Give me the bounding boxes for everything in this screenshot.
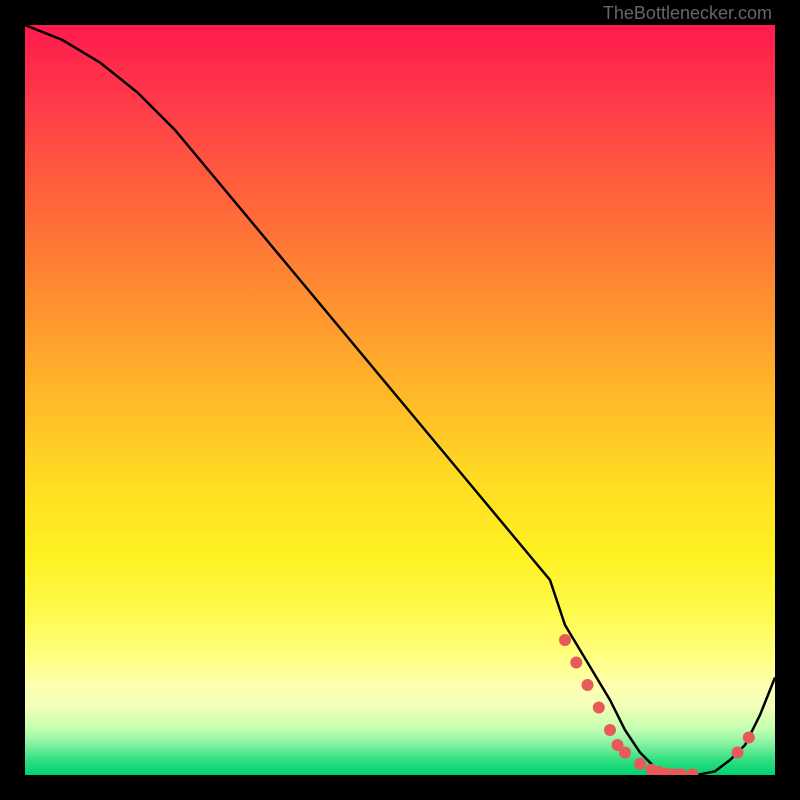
border-left (0, 0, 25, 800)
border-bottom (0, 775, 800, 800)
data-point (570, 657, 582, 669)
watermark-text: TheBottlenecker.com (603, 3, 772, 24)
data-point (634, 758, 646, 770)
data-point (582, 679, 594, 691)
data-point (559, 634, 571, 646)
chart-container: TheBottlenecker.com (0, 0, 800, 800)
data-point (732, 747, 744, 759)
data-points-group (559, 634, 755, 775)
curve-svg (25, 25, 775, 775)
border-right (775, 0, 800, 800)
data-point (604, 724, 616, 736)
bottleneck-curve-line (25, 25, 775, 774)
data-point (619, 747, 631, 759)
data-point (687, 768, 699, 775)
chart-plot-area (25, 25, 775, 775)
data-point (743, 732, 755, 744)
data-point (593, 702, 605, 714)
